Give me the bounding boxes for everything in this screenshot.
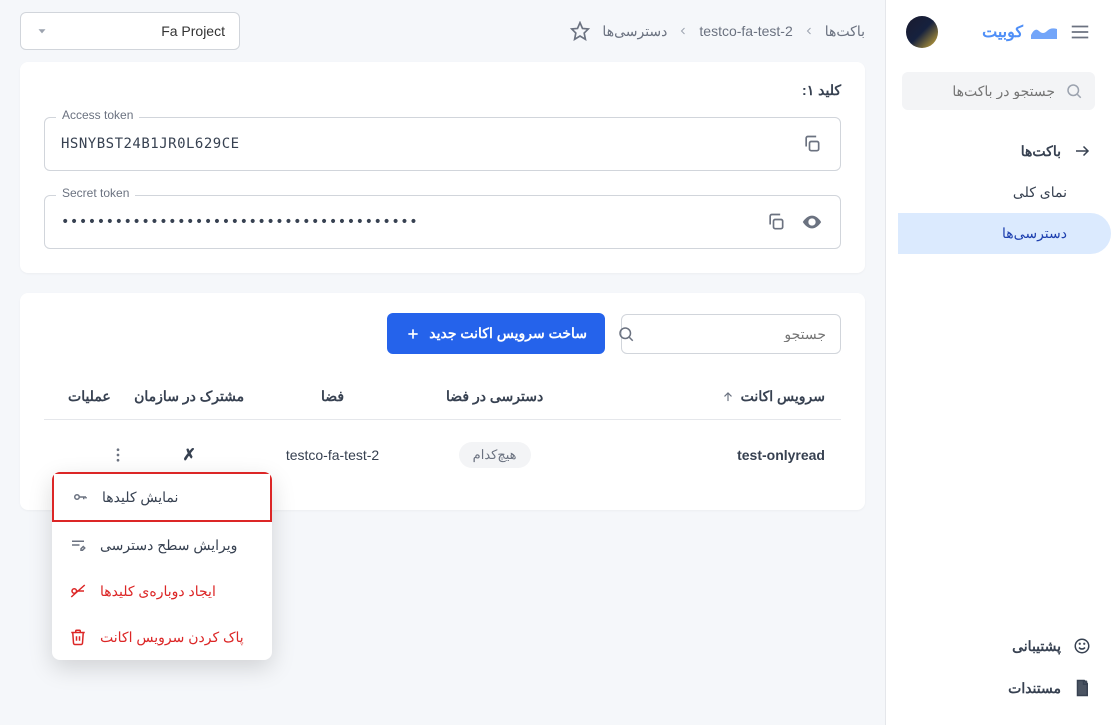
cell-space: testco-fa-test-2 xyxy=(251,447,413,463)
chevron-down-icon xyxy=(35,24,49,38)
nav-docs-label: مستندات xyxy=(1008,680,1061,697)
access-token-label: Access token xyxy=(56,108,139,122)
table-row: test-onlyread هیچ‌کدام testco-fa-test-2 … xyxy=(44,420,841,490)
sidebar-search-input[interactable] xyxy=(874,83,1055,99)
docs-icon xyxy=(1073,679,1091,697)
regen-icon xyxy=(68,582,88,600)
col-access[interactable]: دسترسی در فضا xyxy=(414,388,576,405)
sa-table: سرویس اکانت دسترسی در فضا فضا مشترک در س… xyxy=(44,374,841,490)
hamburger-icon[interactable] xyxy=(1069,21,1091,43)
topbar: باکت‌ها testco-fa-test-2 دسترسی‌ها Fa Pr… xyxy=(0,0,885,62)
support-icon xyxy=(1073,637,1091,655)
main: باکت‌ها testco-fa-test-2 دسترسی‌ها Fa Pr… xyxy=(0,0,885,725)
crumb-page: دسترسی‌ها xyxy=(602,23,667,40)
search-icon xyxy=(617,325,635,343)
nav-access-label: دسترسی‌ها xyxy=(1002,225,1067,242)
menu-regen-keys-label: ایجاد دوباره‌ی کلیدها xyxy=(100,583,216,600)
col-ops: عملیات xyxy=(52,388,127,405)
nav-access[interactable]: دسترسی‌ها xyxy=(898,213,1111,254)
copy-access-button[interactable] xyxy=(800,132,824,156)
nav-docs[interactable]: مستندات xyxy=(886,667,1111,709)
key-icon xyxy=(70,488,90,506)
nav-main: باکت‌ها نمای کلی دسترسی‌ها xyxy=(886,126,1111,258)
sa-table-head: سرویس اکانت دسترسی در فضا فضا مشترک در س… xyxy=(44,374,841,420)
search-icon xyxy=(1065,82,1083,100)
sidebar-search[interactable] xyxy=(902,72,1095,110)
crumb-bucket[interactable]: testco-fa-test-2 xyxy=(699,23,792,39)
nav-support-label: پشتیبانی xyxy=(1012,638,1061,655)
secret-token-field: Secret token •••••••••••••••••••••••••••… xyxy=(44,195,841,249)
menu-edit-access-label: ویرایش سطح دسترسی xyxy=(100,537,237,554)
project-selector[interactable]: Fa Project xyxy=(20,12,240,50)
access-token-field: Access token HSNYBST24B1JR0L629CE xyxy=(44,117,841,171)
col-service-account[interactable]: سرویس اکانت xyxy=(576,388,833,405)
nav-buckets-label: باکت‌ها xyxy=(1021,143,1061,160)
plus-icon xyxy=(405,326,421,342)
service-accounts-card: ساخت سرویس اکانت جدید سرویس اکانت دسترسی… xyxy=(20,293,865,510)
key-card-title: کلید ۱: xyxy=(44,82,841,99)
logo[interactable]: کوبیت xyxy=(982,22,1057,42)
chevron-left-icon xyxy=(803,25,815,37)
sa-search[interactable] xyxy=(621,314,841,354)
menu-edit-access[interactable]: ویرایش سطح دسترسی xyxy=(52,522,272,568)
menu-delete[interactable]: پاک کردن سرویس اکانت xyxy=(52,614,272,660)
sa-toolbar: ساخت سرویس اکانت جدید xyxy=(44,313,841,354)
avatar[interactable] xyxy=(906,16,938,48)
col-space[interactable]: فضا xyxy=(251,388,413,405)
star-button[interactable] xyxy=(570,21,590,41)
sidebar: کوبیت باکت‌ها نمای کلی دسترسی‌ها xyxy=(885,0,1111,725)
menu-delete-label: پاک کردن سرویس اکانت xyxy=(100,629,244,646)
nav-buckets[interactable]: باکت‌ها xyxy=(886,130,1111,172)
row-menu-button[interactable] xyxy=(52,446,127,464)
create-sa-button[interactable]: ساخت سرویس اکانت جدید xyxy=(387,313,605,354)
edit-icon xyxy=(68,536,88,554)
key-card: کلید ۱: Access token HSNYBST24B1JR0L629C… xyxy=(20,62,865,273)
sa-search-input[interactable] xyxy=(645,326,826,342)
copy-secret-button[interactable] xyxy=(764,210,788,234)
col-shared[interactable]: مشترک در سازمان xyxy=(127,388,252,405)
row-dropdown: نمایش کلیدها ویرایش سطح دسترسی xyxy=(52,472,272,660)
menu-regen-keys[interactable]: ایجاد دوباره‌ی کلیدها xyxy=(52,568,272,614)
nav-overview-label: نمای کلی xyxy=(1013,184,1067,201)
crumb-root[interactable]: باکت‌ها xyxy=(825,23,865,40)
access-badge: هیچ‌کدام xyxy=(459,442,531,468)
menu-show-keys-label: نمایش کلیدها xyxy=(102,489,178,506)
nav-overview[interactable]: نمای کلی xyxy=(886,172,1111,213)
trash-icon xyxy=(68,628,88,646)
cell-sa-name: test-onlyread xyxy=(576,447,833,463)
reveal-secret-button[interactable] xyxy=(800,210,824,234)
cell-ops xyxy=(52,446,127,464)
access-token-value[interactable]: HSNYBST24B1JR0L629CE xyxy=(61,136,788,152)
breadcrumb: باکت‌ها testco-fa-test-2 دسترسی‌ها xyxy=(602,23,865,40)
menu-show-keys[interactable]: نمایش کلیدها xyxy=(52,472,272,522)
cell-shared: ✗ xyxy=(127,445,252,465)
nav-support[interactable]: پشتیبانی xyxy=(886,625,1111,667)
project-label: Fa Project xyxy=(161,23,225,39)
sidebar-footer: پشتیبانی مستندات xyxy=(886,625,1111,725)
arrow-icon xyxy=(1073,142,1091,160)
logo-wave-icon xyxy=(1031,25,1057,39)
chevron-left-icon xyxy=(677,25,689,37)
secret-token-value[interactable]: •••••••••••••••••••••••••••••••••••••••• xyxy=(61,214,752,230)
cell-access: هیچ‌کدام xyxy=(414,442,576,468)
logo-text: کوبیت xyxy=(982,22,1023,42)
create-sa-label: ساخت سرویس اکانت جدید xyxy=(429,325,587,342)
sort-asc-icon xyxy=(721,390,735,404)
secret-token-label: Secret token xyxy=(56,186,135,200)
sidebar-header: کوبیت xyxy=(886,0,1111,64)
